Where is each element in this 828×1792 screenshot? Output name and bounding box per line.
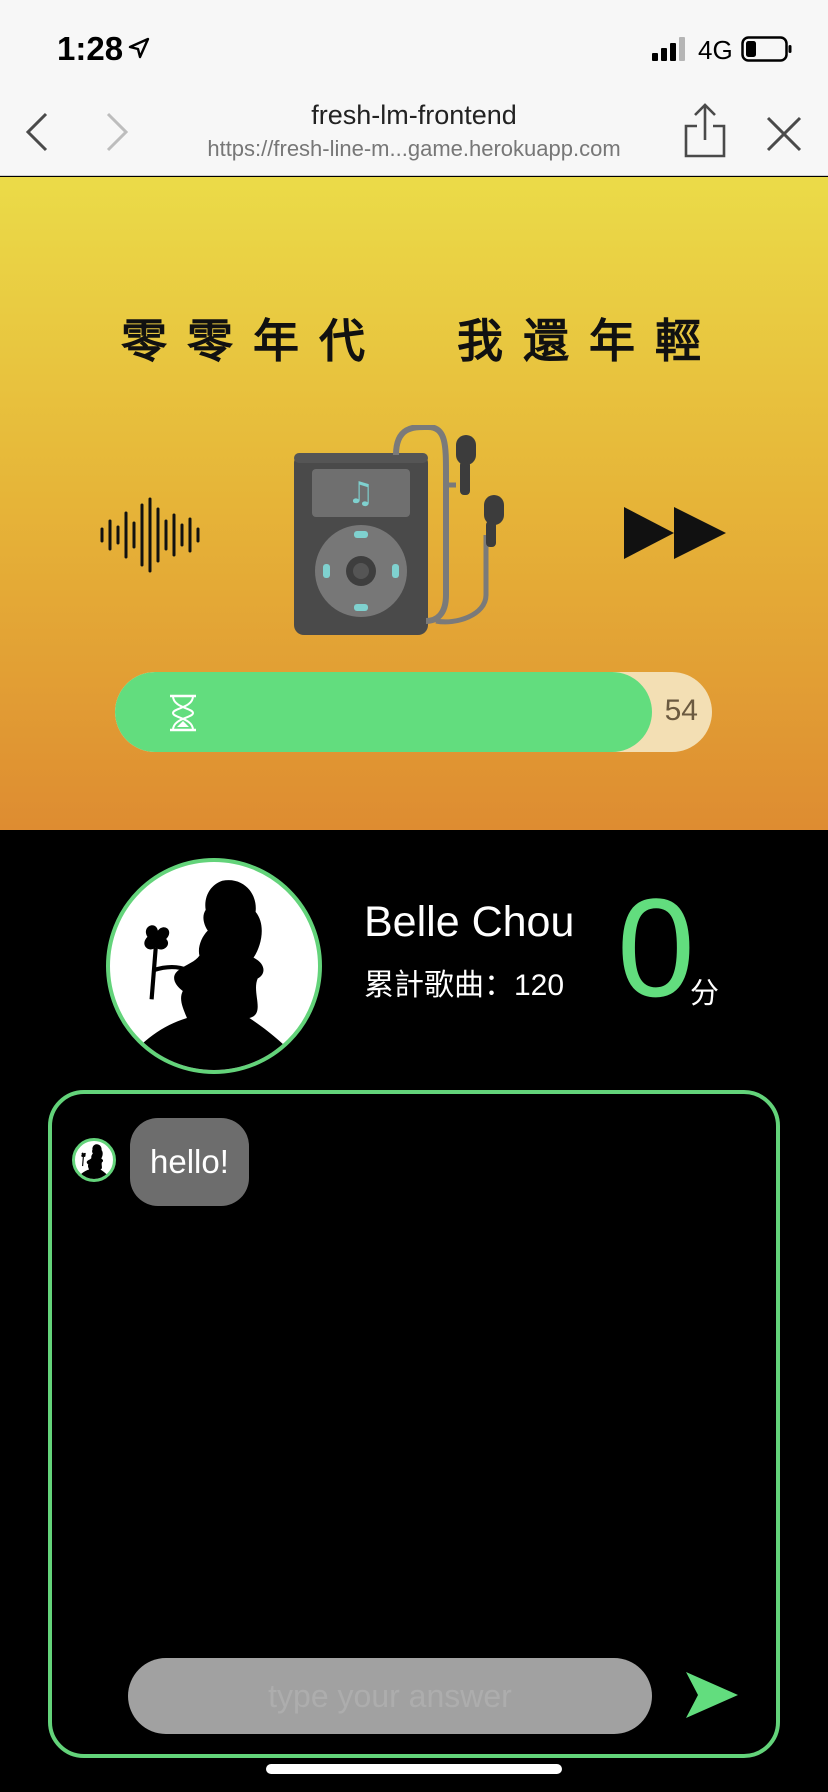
hero-panel: 零零年代 我還年輕 ♫ 54 <box>0 177 828 830</box>
svg-text:♫: ♫ <box>348 476 375 511</box>
chat-message: hello! <box>130 1118 249 1206</box>
avatar <box>106 858 322 1074</box>
chevron-left-icon[interactable] <box>22 110 52 154</box>
location-arrow-icon <box>128 37 150 59</box>
fast-forward-icon <box>624 507 726 559</box>
share-icon[interactable] <box>680 102 730 160</box>
timer-seconds: 54 <box>664 694 698 727</box>
home-indicator <box>266 1764 562 1774</box>
user-name: Belle Chou <box>364 898 575 946</box>
princess-silhouette-icon <box>122 880 306 1070</box>
countdown-timer: 54 <box>115 672 712 752</box>
chevron-right-icon[interactable] <box>102 110 132 154</box>
network-type: 4G <box>698 35 733 65</box>
hourglass-icon <box>170 694 196 732</box>
answer-input[interactable] <box>128 1658 652 1734</box>
cellular-signal-icon <box>652 37 685 61</box>
battery-icon <box>741 36 792 62</box>
song-count: 累計歌曲：120 <box>364 969 565 1002</box>
message-avatar <box>72 1138 116 1182</box>
mp3-player-icon: ♫ <box>294 425 504 635</box>
status-time: 1:28 <box>57 30 124 67</box>
status-bar: 1:28 4G <box>0 0 828 88</box>
score-value: 0 <box>617 869 695 1026</box>
round-title: 零零年代 我還年輕 <box>120 314 722 368</box>
princess-silhouette-icon <box>77 1144 111 1179</box>
chat-panel: hello! <box>48 1090 780 1758</box>
page-title: fresh-lm-frontend <box>311 100 517 130</box>
send-icon[interactable] <box>684 1670 740 1720</box>
sound-wave-icon <box>100 497 200 573</box>
close-icon[interactable] <box>764 114 804 154</box>
browser-nav-bar: fresh-lm-frontend https://fresh-line-m..… <box>0 88 828 176</box>
page-url[interactable]: https://fresh-line-m...game.herokuapp.co… <box>160 136 668 162</box>
score-unit: 分 <box>690 978 720 1010</box>
